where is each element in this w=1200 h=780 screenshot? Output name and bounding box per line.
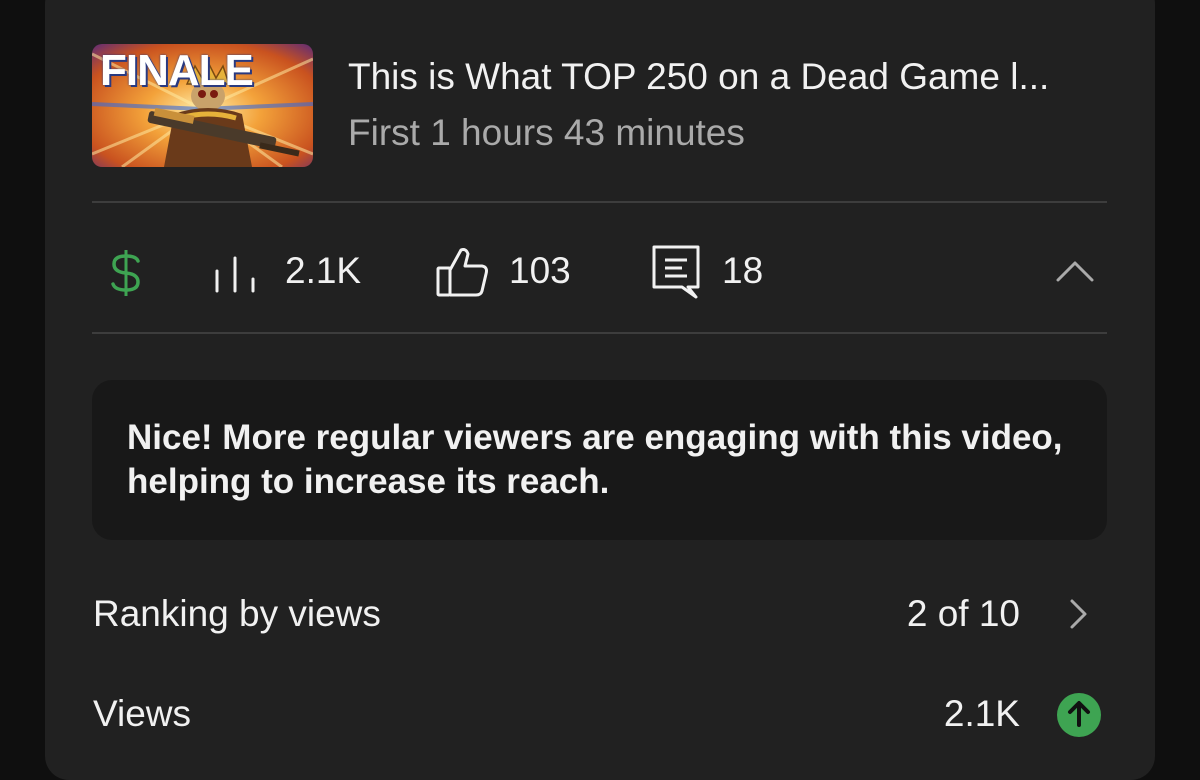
trend-up-icon	[1056, 692, 1102, 743]
banner-message: Nice! More regular viewers are engaging …	[127, 418, 1063, 501]
comment-icon	[652, 245, 700, 304]
comments-count: 18	[722, 250, 764, 291]
views-count: 2.1K	[285, 250, 362, 291]
views-value: 2.1K	[943, 693, 1020, 734]
ranking-value[interactable]: 2 of 10	[907, 593, 1020, 635]
chevron-right-icon[interactable]	[1068, 598, 1090, 635]
divider	[92, 332, 1107, 334]
bar-chart-icon	[213, 255, 259, 300]
dollar-icon[interactable]	[106, 248, 146, 303]
views-label: Views	[93, 693, 192, 734]
video-time-period: First 1 hours 43 minutes	[348, 112, 745, 153]
video-thumbnail[interactable]: FINALE	[92, 44, 313, 167]
video-title[interactable]: This is What TOP 250 on a Dead Game l...	[348, 56, 1049, 98]
divider	[92, 201, 1107, 203]
chevron-up-icon[interactable]	[1055, 258, 1095, 289]
thumbnail-title-text: FINALE	[100, 46, 254, 95]
reach-insight-banner: Nice! More regular viewers are engaging …	[92, 380, 1107, 540]
thumbs-up-icon	[436, 246, 490, 303]
likes-count: 103	[509, 250, 571, 291]
ranking-label: Ranking by views	[93, 593, 381, 634]
